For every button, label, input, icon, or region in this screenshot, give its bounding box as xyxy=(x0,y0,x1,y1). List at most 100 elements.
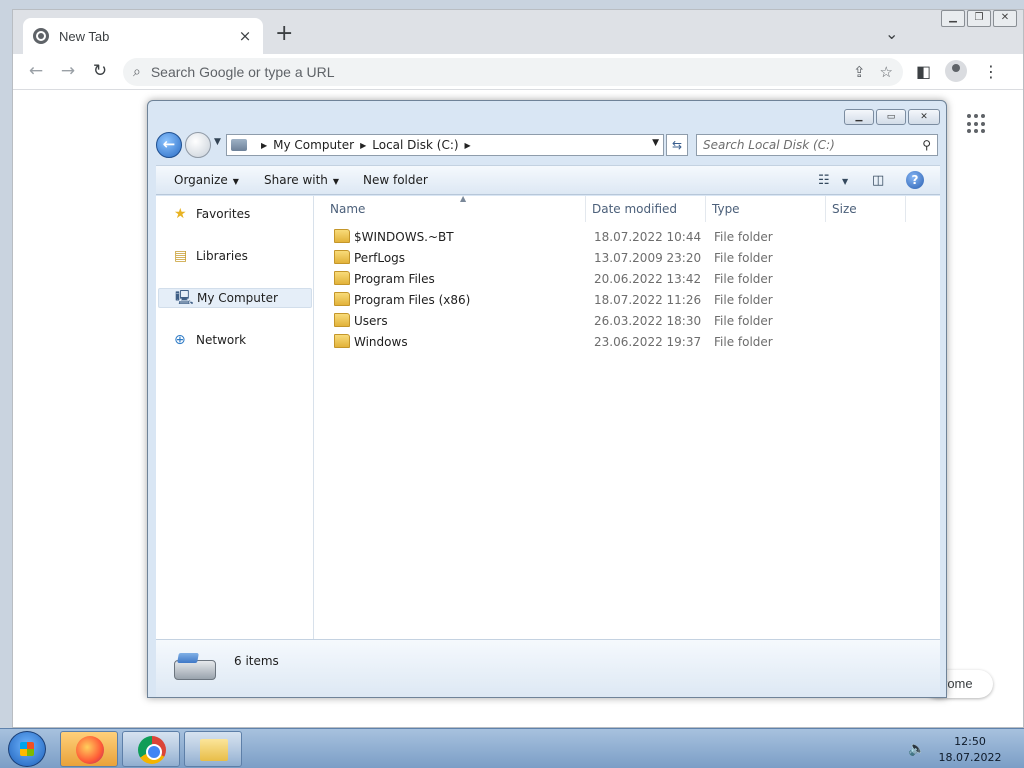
table-row[interactable]: Windows 23.06.2022 19:37 File folder xyxy=(314,332,940,353)
side-panel-icon[interactable]: ◧ xyxy=(916,62,931,81)
restore-icon[interactable]: ❐ xyxy=(967,10,991,27)
star-icon: ★ xyxy=(174,206,187,222)
file-list: Name ▲ Date modified Type Size $WINDOWS.… xyxy=(314,194,940,639)
close-icon[interactable]: ✕ xyxy=(993,10,1017,27)
item-count: 6 items xyxy=(234,654,279,668)
forward-arrow-icon[interactable]: → xyxy=(57,61,79,81)
breadcrumb-arrow-icon[interactable]: ▶ xyxy=(465,141,471,150)
taskbar-chrome[interactable] xyxy=(122,731,180,767)
change-view-icon[interactable]: ☷ xyxy=(818,173,830,188)
address-row: ← ▼ ▶ My Computer ▶ Local Disk (C:) ▶ ▼ … xyxy=(156,131,940,159)
profile-avatar-icon[interactable] xyxy=(945,60,967,82)
chrome-icon xyxy=(138,736,166,764)
row-date: 20.06.2022 13:42 xyxy=(594,272,702,286)
forward-button-icon[interactable] xyxy=(185,132,211,158)
row-name: Windows xyxy=(354,335,408,349)
chrome-window-controls: ▁ ❐ ✕ xyxy=(941,10,1017,27)
maximize-icon[interactable]: ▭ xyxy=(876,109,906,125)
menu-kebab-icon[interactable]: ⋮ xyxy=(983,62,999,81)
search-input[interactable]: Search Local Disk (C:) ⚲ xyxy=(696,134,938,156)
close-icon[interactable]: ✕ xyxy=(908,109,940,125)
organize-button[interactable]: Organize ▼ xyxy=(174,173,239,187)
row-type: File folder xyxy=(714,335,773,349)
column-header-date-modified[interactable]: Date modified xyxy=(586,196,706,222)
nav-item-libraries[interactable]: ▤ Libraries xyxy=(158,246,312,266)
row-type: File folder xyxy=(714,230,773,244)
preview-pane-icon[interactable]: ◫ xyxy=(872,173,884,188)
table-row[interactable]: Program Files (x86) 18.07.2022 11:26 Fil… xyxy=(314,290,940,311)
history-dropdown-icon[interactable]: ▼ xyxy=(214,137,221,147)
tab-search-chevron-icon[interactable]: ⌄ xyxy=(885,24,898,43)
magnifier-icon[interactable]: ⚲ xyxy=(922,138,931,152)
share-with-label: Share with xyxy=(264,173,328,187)
clock-date: 18.07.2022 xyxy=(938,751,1002,764)
folder-icon xyxy=(200,739,228,761)
folder-icon xyxy=(334,229,350,243)
tab-close-icon[interactable]: × xyxy=(237,27,253,45)
folder-icon xyxy=(334,334,350,348)
network-icon: ⊕ xyxy=(174,332,186,348)
column-header-size[interactable]: Size xyxy=(826,196,906,222)
chevron-down-icon: ▼ xyxy=(232,177,239,186)
library-icon: ▤ xyxy=(174,248,188,264)
explorer-window-controls: ▁ ▭ ✕ xyxy=(844,109,940,125)
row-date: 18.07.2022 11:26 xyxy=(594,293,702,307)
tray-clock[interactable]: 12:50 18.07.2022 xyxy=(930,734,1010,766)
breadcrumb-arrow-icon[interactable]: ▶ xyxy=(360,141,366,150)
address-dropdown-icon[interactable]: ▼ xyxy=(652,138,659,148)
row-name: PerfLogs xyxy=(354,251,406,265)
folder-icon xyxy=(334,292,350,306)
address-bar[interactable]: ▶ My Computer ▶ Local Disk (C:) ▶ ▼ xyxy=(226,134,664,156)
tab-title: New Tab xyxy=(59,28,110,44)
table-row[interactable]: Users 26.03.2022 18:30 File folder xyxy=(314,311,940,332)
bookmark-star-icon[interactable]: ☆ xyxy=(880,63,893,81)
computer-icon xyxy=(231,139,247,151)
nav-label-favorites: Favorites xyxy=(196,207,251,221)
row-name: Users xyxy=(354,314,388,328)
taskbar-explorer[interactable] xyxy=(184,731,242,767)
row-name: Program Files (x86) xyxy=(354,293,471,307)
column-header-type[interactable]: Type xyxy=(706,196,826,222)
table-row[interactable]: Program Files 20.06.2022 13:42 File fold… xyxy=(314,269,940,290)
chrome-toolbar: ← → ↻ ⌕ Search Google or type a URL ⇪ ☆ … xyxy=(13,54,1023,90)
minimize-icon[interactable]: ▁ xyxy=(844,109,874,125)
breadcrumb-my-computer[interactable]: My Computer xyxy=(273,138,354,152)
refresh-icon[interactable]: ⇆ xyxy=(666,134,688,156)
chevron-down-icon: ▼ xyxy=(332,177,340,186)
omnibox[interactable]: ⌕ Search Google or type a URL ⇪ ☆ xyxy=(123,58,903,86)
nav-item-favorites[interactable]: ★ Favorites xyxy=(158,204,312,224)
share-with-button[interactable]: Share with ▼ xyxy=(264,173,339,187)
taskbar: 🔈 12:50 18.07.2022 xyxy=(0,728,1024,768)
taskbar-firefox[interactable] xyxy=(60,731,118,767)
breadcrumb-local-disk[interactable]: Local Disk (C:) xyxy=(372,138,458,152)
help-icon[interactable]: ? xyxy=(906,171,924,189)
back-button-icon[interactable]: ← xyxy=(156,132,182,158)
column-label-name: Name xyxy=(330,202,366,216)
explorer-window: ▁ ▭ ✕ ← ▼ ▶ My Computer ▶ Local Disk (C:… xyxy=(147,100,947,698)
google-apps-icon[interactable] xyxy=(967,114,987,134)
nav-item-my-computer[interactable]: 🖳 My Computer xyxy=(158,288,312,308)
minimize-icon[interactable]: ▁ xyxy=(941,10,965,27)
chrome-favicon-icon xyxy=(33,28,49,44)
new-folder-button[interactable]: New folder xyxy=(363,173,428,187)
reload-icon[interactable]: ↻ xyxy=(89,61,111,81)
navigation-pane: ★ Favorites ▤ Libraries 🖳 My Computer ⊕ … xyxy=(156,196,314,639)
organize-label: Organize xyxy=(174,173,228,187)
sort-ascending-icon: ▲ xyxy=(460,194,467,203)
table-row[interactable]: PerfLogs 13.07.2009 23:20 File folder xyxy=(314,248,940,269)
chrome-tab-strip: New Tab × + ⌄ ▁ ❐ ✕ xyxy=(13,10,1023,54)
clock-time: 12:50 xyxy=(954,735,986,748)
view-options-chevron-icon[interactable]: ▼ xyxy=(842,177,848,186)
tab-new-tab[interactable]: New Tab × xyxy=(23,18,263,54)
back-arrow-icon[interactable]: ← xyxy=(25,61,47,81)
new-tab-button[interactable]: + xyxy=(275,23,293,45)
nav-item-network[interactable]: ⊕ Network xyxy=(158,330,312,350)
breadcrumb-arrow-icon[interactable]: ▶ xyxy=(261,141,267,150)
column-header-name[interactable]: Name ▲ xyxy=(324,194,586,222)
firefox-icon xyxy=(76,736,104,764)
start-button-icon[interactable] xyxy=(8,731,46,767)
volume-icon[interactable]: 🔈 xyxy=(908,741,925,757)
share-icon[interactable]: ⇪ xyxy=(853,63,866,81)
table-row[interactable]: $WINDOWS.~BT 18.07.2022 10:44 File folde… xyxy=(314,227,940,248)
hard-drive-icon xyxy=(174,660,216,680)
